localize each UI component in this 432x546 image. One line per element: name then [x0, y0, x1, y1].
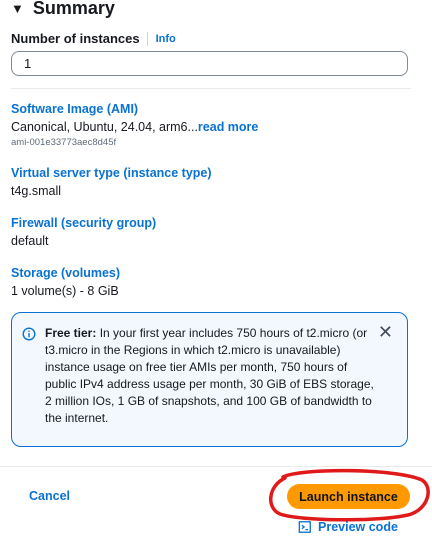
instance-type-detail: Virtual server type (instance type) t4g.…: [11, 166, 212, 198]
summary-header[interactable]: ▼ Summary: [11, 0, 115, 19]
info-link[interactable]: Info: [156, 33, 176, 45]
summary-title: Summary: [32, 0, 115, 18]
ami-value-text: Canonical, Ubuntu, 24.04, arm6...: [11, 120, 198, 134]
read-more-link[interactable]: read more: [198, 120, 258, 134]
storage-detail: Storage (volumes) 1 volume(s) - 8 GiB: [11, 266, 120, 298]
ami-title-link[interactable]: Software Image (AMI): [11, 102, 258, 116]
ami-id: ami-001e33773aec8d45f: [11, 137, 117, 148]
close-icon[interactable]: ✕: [378, 323, 393, 341]
storage-title-link[interactable]: Storage (volumes): [11, 266, 120, 280]
instance-type-value: t4g.small: [11, 184, 62, 198]
instances-input[interactable]: [11, 51, 408, 76]
instances-label-row: Number of instances Info: [11, 31, 176, 46]
storage-value: 1 volume(s) - 8 GiB: [11, 284, 119, 298]
launch-instance-button[interactable]: Launch instance: [287, 484, 410, 509]
preview-code-link[interactable]: Preview code: [298, 520, 398, 534]
info-icon: [22, 327, 36, 341]
label-divider: [146, 31, 148, 46]
preview-code-label: Preview code: [318, 520, 398, 534]
summary-panel: ▼ Summary Number of instances Info Softw…: [0, 0, 432, 546]
firewall-value: default: [11, 234, 49, 248]
free-tier-body: In your first year includes 750 hours of…: [45, 326, 374, 425]
ami-detail: Software Image (AMI) Canonical, Ubuntu, …: [11, 102, 258, 148]
ami-value: Canonical, Ubuntu, 24.04, arm6...read mo…: [11, 120, 258, 134]
caret-down-icon[interactable]: ▼: [11, 2, 24, 15]
cancel-button[interactable]: Cancel: [29, 489, 70, 503]
free-tier-text: Free tier: In your first year includes 7…: [45, 325, 375, 427]
firewall-title-link[interactable]: Firewall (security group): [11, 216, 156, 230]
instances-label: Number of instances: [11, 31, 140, 46]
divider: [11, 88, 411, 89]
firewall-detail: Firewall (security group) default: [11, 216, 156, 248]
instance-type-title-link[interactable]: Virtual server type (instance type): [11, 166, 212, 180]
free-tier-alert: Free tier: In your first year includes 7…: [11, 312, 408, 447]
code-icon: [298, 521, 311, 533]
free-tier-heading: Free tier:: [45, 326, 97, 340]
footer-divider: [0, 466, 432, 467]
